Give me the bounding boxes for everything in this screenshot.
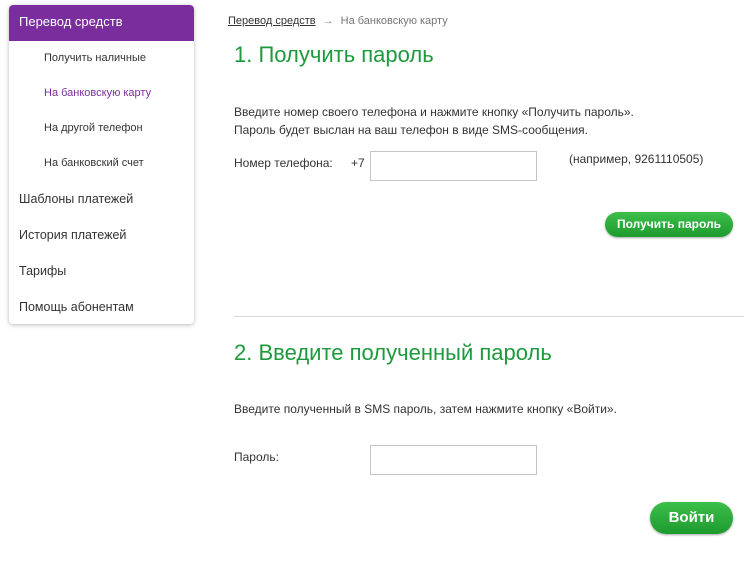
phone-prefix: +7 bbox=[351, 156, 365, 170]
sidebar-subitem-bank-account[interactable]: На банковский счет bbox=[9, 146, 194, 181]
sidebar-item-tariffs[interactable]: Тарифы bbox=[9, 253, 194, 289]
get-password-button[interactable]: Получить пароль bbox=[605, 212, 733, 237]
step1-title: 1. Получить пароль bbox=[234, 42, 434, 67]
login-button[interactable]: Войти bbox=[650, 502, 733, 534]
sidebar-subitem-bank-card[interactable]: На банковскую карту bbox=[9, 76, 194, 111]
phone-hint: (например, 9261110505) bbox=[569, 152, 704, 166]
breadcrumb-current: На банковскую карту bbox=[340, 15, 448, 27]
sidebar-item-transfer-funds[interactable]: Перевод средств bbox=[9, 5, 194, 41]
sidebar-subitem-other-phone[interactable]: На другой телефон bbox=[9, 111, 194, 146]
sidebar-menu: Перевод средств Получить наличные На бан… bbox=[9, 5, 194, 324]
arrow-right-icon: → bbox=[322, 15, 334, 27]
step2-instruction: Введите полученный в SMS пароль, затем н… bbox=[234, 402, 617, 416]
password-label: Пароль: bbox=[234, 450, 279, 464]
section-divider bbox=[234, 316, 744, 317]
sidebar-submenu: Получить наличные На банковскую карту На… bbox=[9, 41, 194, 181]
sidebar-item-help[interactable]: Помощь абонентам bbox=[9, 289, 194, 324]
password-input[interactable] bbox=[370, 445, 537, 475]
sidebar-item-payment-templates[interactable]: Шаблоны платежей bbox=[9, 181, 194, 217]
phone-input[interactable] bbox=[370, 151, 537, 181]
sidebar-subitem-cash[interactable]: Получить наличные bbox=[9, 41, 194, 76]
breadcrumb: Перевод средств → На банковскую карту bbox=[228, 15, 448, 27]
phone-label: Номер телефона: bbox=[234, 156, 333, 170]
step2-title: 2. Введите полученный пароль bbox=[234, 340, 552, 365]
breadcrumb-link-transfer[interactable]: Перевод средств bbox=[228, 15, 316, 27]
sidebar-item-payment-history[interactable]: История платежей bbox=[9, 217, 194, 253]
step1-instruction-line1: Введите номер своего телефона и нажмите … bbox=[234, 105, 634, 119]
step1-instruction-line2: Пароль будет выслан на ваш телефон в вид… bbox=[234, 123, 588, 137]
